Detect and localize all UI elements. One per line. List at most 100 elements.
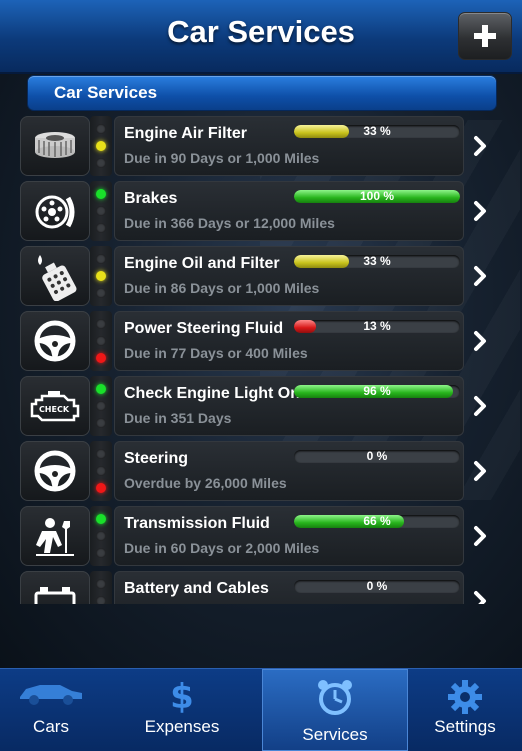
battery-icon bbox=[34, 587, 76, 604]
gear-icon bbox=[448, 680, 482, 714]
svg-text:CHECK: CHECK bbox=[39, 405, 70, 414]
status-light-yellow bbox=[96, 141, 106, 151]
service-panel[interactable]: Steering Overdue by 26,000 Miles 0 % bbox=[114, 441, 464, 501]
service-due: Due in 77 Days or 400 Miles bbox=[124, 345, 308, 361]
service-row-steering[interactable]: Steering Overdue by 26,000 Miles 0 % bbox=[20, 441, 492, 501]
service-due: Due in 351 Days bbox=[124, 410, 232, 426]
tab-bar: Cars $ Expenses Services Settings bbox=[0, 668, 522, 751]
tab-services[interactable]: Services bbox=[262, 669, 408, 751]
chevron-right-icon[interactable] bbox=[470, 329, 490, 353]
chevron-right-icon[interactable] bbox=[470, 459, 490, 483]
status-light-green bbox=[96, 514, 106, 524]
tab-expenses[interactable]: $ Expenses bbox=[102, 669, 262, 751]
status-lights bbox=[90, 571, 112, 604]
service-row-engine-air-filter[interactable]: Engine Air Filter Due in 90 Days or 1,00… bbox=[20, 116, 492, 176]
page-title: Car Services bbox=[167, 14, 355, 49]
tab-label: Services bbox=[302, 725, 368, 744]
add-service-button[interactable] bbox=[458, 12, 512, 60]
status-light-red bbox=[96, 548, 106, 558]
section-label: Car Services bbox=[54, 83, 158, 102]
service-name: Steering bbox=[124, 450, 189, 467]
service-progress-bar: 100 % bbox=[294, 190, 460, 203]
tab-label: Settings bbox=[434, 717, 496, 736]
chevron-right-icon[interactable] bbox=[470, 394, 490, 418]
status-lights bbox=[90, 376, 112, 436]
progress-label: 66 % bbox=[363, 515, 391, 528]
status-lights bbox=[90, 441, 112, 501]
status-lights bbox=[90, 246, 112, 306]
service-due: Overdue by 26,000 Miles bbox=[124, 475, 287, 491]
status-light-green bbox=[96, 124, 106, 134]
progress-label: 33 % bbox=[363, 255, 391, 268]
status-light-yellow bbox=[96, 466, 106, 476]
status-light-green bbox=[96, 384, 106, 394]
status-lights bbox=[90, 181, 112, 241]
services-list[interactable]: Engine Air Filter Due in 90 Days or 1,00… bbox=[20, 116, 492, 604]
service-panel[interactable]: Battery and Cables 0 % bbox=[114, 571, 464, 604]
icon-tile bbox=[20, 441, 90, 501]
tab-settings[interactable]: Settings bbox=[408, 669, 522, 751]
car-icon bbox=[20, 685, 82, 705]
progress-label: 100 % bbox=[359, 190, 395, 203]
service-row-transmission-fluid[interactable]: Transmission Fluid Due in 60 Days or 2,0… bbox=[20, 506, 492, 566]
mechanic-icon bbox=[36, 518, 74, 556]
chevron-right-icon[interactable] bbox=[470, 589, 490, 604]
chevron-right-icon[interactable] bbox=[470, 524, 490, 548]
service-row-brakes[interactable]: Brakes Due in 366 Days or 12,000 Miles 1… bbox=[20, 181, 492, 241]
steering-wheel-icon bbox=[34, 320, 76, 362]
oil-can-icon bbox=[38, 255, 77, 301]
brake-icon bbox=[35, 195, 75, 229]
service-progress-bar: 0 % bbox=[294, 580, 460, 593]
service-due: Due in 60 Days or 2,000 Miles bbox=[124, 540, 320, 556]
service-panel[interactable]: Brakes Due in 366 Days or 12,000 Miles 1… bbox=[114, 181, 464, 241]
check-engine-icon: CHECK bbox=[30, 391, 80, 422]
progress-label: 0 % bbox=[366, 450, 388, 463]
progress-label: 96 % bbox=[363, 385, 391, 398]
service-progress-bar: 13 % bbox=[294, 320, 460, 333]
service-row-battery-and-cables[interactable]: Battery and Cables 0 % bbox=[20, 571, 492, 604]
service-progress-bar: 0 % bbox=[294, 450, 460, 463]
alarm-clock-icon bbox=[318, 680, 352, 715]
status-lights bbox=[90, 506, 112, 566]
status-light-yellow bbox=[96, 206, 106, 216]
status-light-red bbox=[96, 158, 106, 168]
service-due: Due in 86 Days or 1,000 Miles bbox=[124, 280, 320, 296]
service-due: Due in 366 Days or 12,000 Miles bbox=[124, 215, 335, 231]
service-panel[interactable]: Transmission Fluid Due in 60 Days or 2,0… bbox=[114, 506, 464, 566]
icon-tile bbox=[20, 116, 90, 176]
status-light-red bbox=[96, 483, 106, 493]
icon-tile bbox=[20, 311, 90, 371]
status-lights bbox=[90, 116, 112, 176]
service-name: Power Steering Fluid bbox=[124, 320, 284, 337]
icon-tile: CHECK bbox=[20, 376, 90, 436]
chevron-right-icon[interactable] bbox=[470, 264, 490, 288]
service-row-power-steering-fluid[interactable]: Power Steering Fluid Due in 77 Days or 4… bbox=[20, 311, 492, 371]
steering-wheel-icon bbox=[34, 450, 76, 492]
tab-cars[interactable]: Cars bbox=[0, 669, 102, 751]
service-name: Engine Air Filter bbox=[124, 125, 247, 142]
service-panel[interactable]: Engine Oil and Filter Due in 86 Days or … bbox=[114, 246, 464, 306]
service-due: Due in 90 Days or 1,000 Miles bbox=[124, 150, 320, 166]
service-progress-bar: 33 % bbox=[294, 125, 460, 138]
status-light-yellow bbox=[96, 401, 106, 411]
chevron-right-icon[interactable] bbox=[470, 199, 490, 223]
service-panel[interactable]: Engine Air Filter Due in 90 Days or 1,00… bbox=[114, 116, 464, 176]
service-row-check-engine-light[interactable]: CHECK Check Engine Light On Due in 351 D… bbox=[20, 376, 492, 436]
progress-label: 0 % bbox=[366, 580, 388, 593]
service-name: Brakes bbox=[124, 190, 178, 207]
service-row-engine-oil[interactable]: Engine Oil and Filter Due in 86 Days or … bbox=[20, 246, 492, 306]
progress-label: 33 % bbox=[363, 125, 391, 138]
tab-label: Cars bbox=[33, 717, 69, 736]
service-panel[interactable]: Power Steering Fluid Due in 77 Days or 4… bbox=[114, 311, 464, 371]
status-light-green bbox=[96, 319, 106, 329]
status-light-green bbox=[96, 579, 106, 589]
plus-icon bbox=[474, 25, 496, 47]
service-panel[interactable]: Check Engine Light On Due in 351 Days 96… bbox=[114, 376, 464, 436]
service-progress-bar: 66 % bbox=[294, 515, 460, 528]
service-name: Engine Oil and Filter bbox=[124, 255, 280, 272]
chevron-right-icon[interactable] bbox=[470, 134, 490, 158]
icon-tile bbox=[20, 181, 90, 241]
nav-bar: Car Services bbox=[0, 0, 522, 74]
icon-tile bbox=[20, 571, 90, 604]
air-filter-icon bbox=[35, 132, 75, 158]
